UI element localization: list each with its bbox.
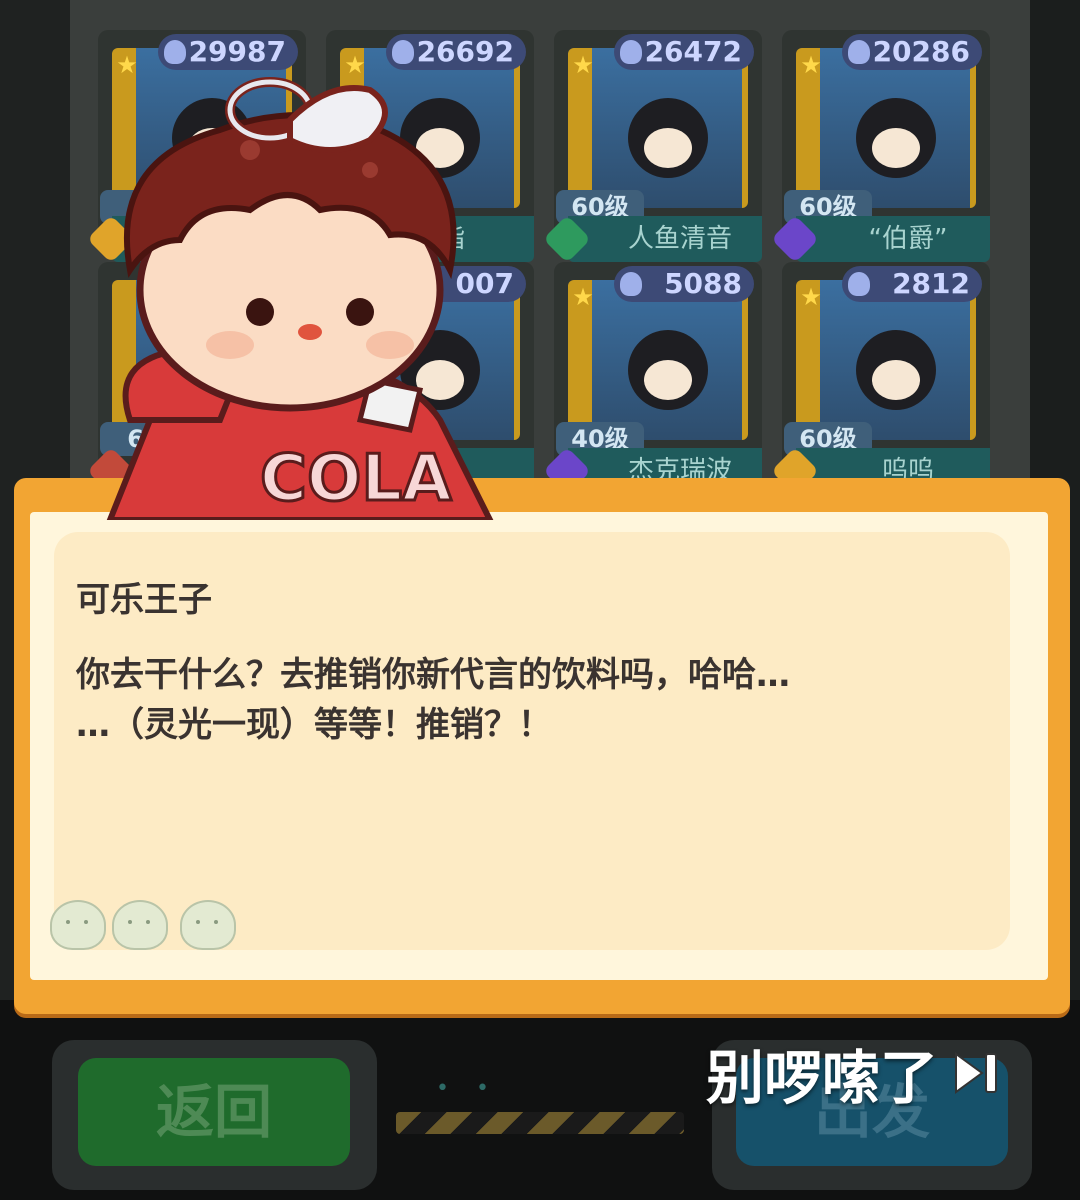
- bun-icon: [180, 900, 236, 950]
- dialog-text: 你去干什么？去推销你新代言的饮料吗，哈哈… …（灵光一现）等等！推销？！: [76, 650, 996, 750]
- star-icon: ★: [572, 283, 594, 311]
- dialog-line: 你去干什么？去推销你新代言的饮料吗，哈哈…: [76, 655, 790, 695]
- bottle-cap-icon: [225, 77, 388, 153]
- power-icon: [848, 272, 870, 296]
- character-face-icon: [856, 330, 936, 410]
- indicator-dots: • •: [436, 1076, 499, 1101]
- power-icon: [848, 40, 870, 64]
- skip-button[interactable]: 别啰嗦了: [706, 1038, 1002, 1112]
- character-face-icon: [628, 98, 708, 178]
- character-face-icon: [856, 98, 936, 178]
- roster-card[interactable]: ★ 2812 60级 呜呜: [770, 262, 990, 496]
- skip-label: 别啰嗦了: [706, 1044, 939, 1112]
- bun-icon: [112, 900, 168, 950]
- bun-icon: [50, 900, 106, 950]
- star-icon: ★: [572, 51, 594, 79]
- shirt-logo: COLA: [260, 442, 452, 516]
- star-icon: ★: [800, 283, 822, 311]
- dialog-line: …（灵光一现）等等！推销？！: [76, 705, 552, 745]
- speaker-name: 可乐王子: [76, 580, 212, 620]
- back-button[interactable]: 返回: [78, 1058, 350, 1166]
- star-icon: ★: [800, 51, 822, 79]
- fast-forward-icon: [955, 1052, 998, 1094]
- roster-card[interactable]: ★ 26472 60级 人鱼清音: [542, 30, 762, 264]
- roster-card[interactable]: ★ 5088 40级 杰克瑞波: [542, 262, 762, 496]
- roster-card[interactable]: ★ 20286 60级 “伯爵”: [770, 30, 990, 264]
- character-name: 人鱼清音: [568, 216, 762, 262]
- hazard-stripe: [396, 1112, 684, 1134]
- power-icon: [620, 272, 642, 296]
- character-face-icon: [628, 330, 708, 410]
- power-icon: [620, 40, 642, 64]
- cola-prince-character: COLA: [106, 77, 494, 520]
- character-name: “伯爵”: [796, 216, 990, 262]
